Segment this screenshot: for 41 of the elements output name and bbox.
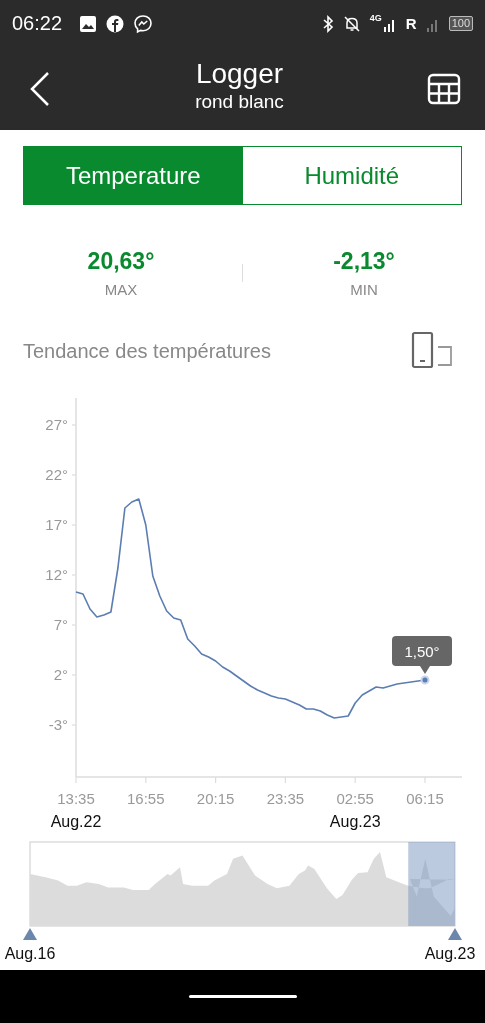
data-point[interactable] (420, 675, 430, 685)
chat-bubble-icon (133, 13, 154, 34)
table-icon[interactable] (427, 71, 461, 106)
y-tick-label: 7° (53, 616, 68, 633)
y-tick-label: 27° (45, 416, 68, 433)
rotate-screen-icon[interactable] (411, 331, 453, 371)
stat-label: MIN (350, 281, 378, 298)
gallery-icon (79, 14, 98, 33)
range-handle[interactable] (448, 928, 462, 940)
muted-bell-icon (342, 14, 361, 33)
range-handle[interactable] (23, 928, 37, 940)
x-tick-label: 20:15 (196, 790, 235, 807)
bluetooth-icon (321, 14, 334, 33)
page-subtitle: rond blanc (195, 91, 284, 113)
battery-level: 100 (448, 16, 473, 31)
y-tick-label: 17° (45, 516, 68, 533)
social-app-icon (106, 14, 125, 33)
stat-label: MAX (104, 281, 138, 298)
page-title: Logger (195, 58, 284, 90)
date-label: Aug.22 (50, 813, 102, 830)
date-label: Aug.23 (329, 813, 381, 830)
value-tooltip: 1,50° (392, 636, 452, 674)
x-tick-label: 23:35 (266, 790, 305, 807)
annotation: 1,50° (404, 643, 440, 660)
range-start-label: Aug.16 (4, 945, 56, 962)
range-end-label: Aug.23 (424, 945, 476, 962)
y-tick-label: -3° (48, 716, 68, 733)
tab[interactable]: Temperature (24, 147, 243, 204)
x-tick-label: 06:15 (406, 790, 444, 807)
stat-value: 20,63° (87, 248, 155, 275)
y-tick-label: 12° (45, 566, 68, 583)
status-time: 06:22 (12, 12, 63, 35)
y-tick-label: 22° (45, 466, 68, 483)
network-type: 4G (369, 13, 382, 23)
x-tick-label: 13:35 (57, 790, 95, 807)
stat-value: -2,13° (333, 248, 395, 275)
x-tick-label: 02:55 (336, 790, 374, 807)
x-tick-label: 16:55 (127, 790, 165, 807)
y-tick-label: 2° (53, 666, 68, 683)
roaming-indicator: R (405, 15, 417, 32)
chart-title: Tendance des températures (23, 339, 271, 363)
